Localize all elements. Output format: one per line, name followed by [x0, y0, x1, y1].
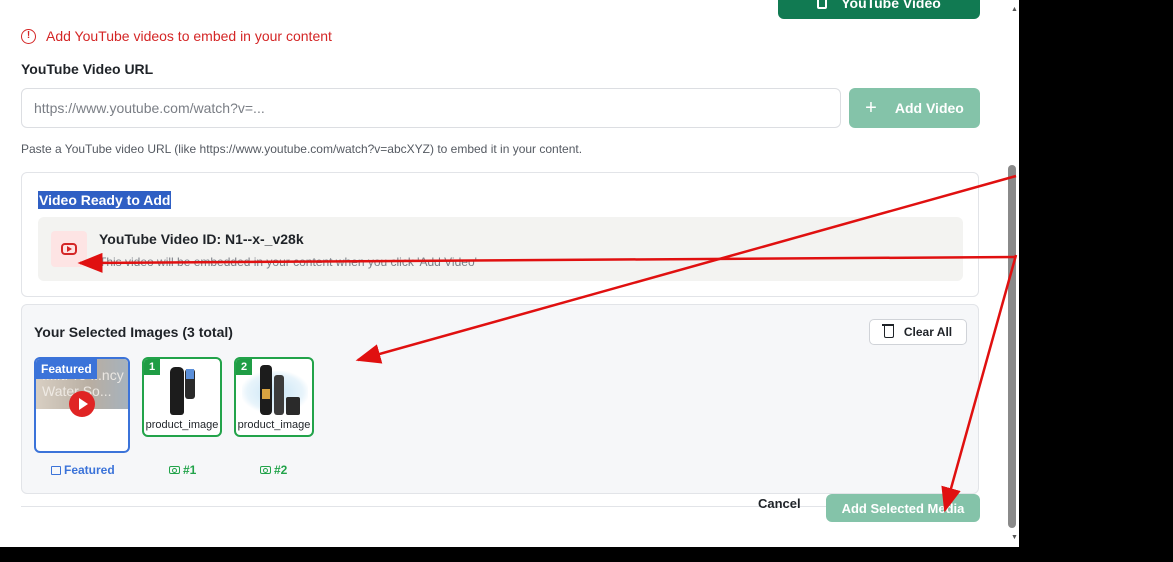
trash-icon — [881, 324, 894, 338]
cancel-button[interactable]: Cancel — [758, 496, 801, 511]
alert-circle-icon: ! — [21, 28, 36, 44]
youtube-url-label: YouTube Video URL — [21, 61, 154, 77]
youtube-url-input[interactable] — [21, 88, 841, 128]
plus-icon: + — [865, 97, 877, 119]
add-video-button[interactable]: + Add Video — [849, 88, 980, 128]
selected-images-panel: Your Selected Images (3 total) Clear All… — [21, 304, 979, 494]
scrollbar-thumb[interactable] — [1008, 165, 1016, 528]
selected-thumbnail-2[interactable]: 2 product_image — [234, 357, 314, 437]
media-modal: YouTube Video ! Add YouTube videos to em… — [0, 0, 1019, 547]
image-1-caption: #1 — [169, 463, 196, 477]
video-id-text: YouTube Video ID: N1--x-_v28k — [99, 231, 304, 247]
url-hint: Paste a YouTube video URL (like https://… — [21, 142, 583, 156]
featured-caption-label: Featured — [64, 463, 115, 477]
image-2-caption: #2 — [260, 463, 287, 477]
thumbnail-number-badge: 2 — [236, 359, 252, 375]
camera-icon — [169, 466, 180, 474]
thumbnail-alt-label: product_image — [145, 419, 219, 431]
video-ready-title: Video Ready to Add — [38, 191, 172, 209]
featured-badge: Featured — [36, 359, 97, 379]
camera-icon — [260, 466, 271, 474]
clear-all-label: Clear All — [903, 325, 953, 339]
youtube-video-tab-button[interactable]: YouTube Video — [778, 0, 980, 19]
thumbnail-number-badge: 1 — [144, 359, 160, 375]
featured-caption: Featured — [51, 463, 115, 477]
selected-thumbnail-featured[interactable]: ...iftPro ...ncy Water So... Featured — [34, 357, 130, 453]
youtube-icon-box — [51, 231, 87, 267]
scroll-up-arrow-icon[interactable]: ▲ — [1011, 6, 1018, 13]
youtube-icon — [61, 243, 77, 255]
video-ready-card: YouTube Video ID: N1--x-_v28k This video… — [38, 217, 963, 281]
product-image-valve — [262, 389, 270, 399]
play-icon — [69, 391, 95, 417]
add-selected-media-button[interactable]: Add Selected Media — [826, 494, 980, 522]
product-image-brine-tank — [274, 375, 284, 415]
product-image-carbon-tank — [286, 397, 300, 415]
document-icon — [817, 0, 828, 9]
video-embed-note: This video will be embedded in your cont… — [99, 255, 477, 269]
product-image-filter-cap — [186, 369, 194, 379]
image-2-caption-label: #2 — [274, 463, 288, 477]
add-video-label: Add Video — [894, 100, 964, 116]
clear-all-button[interactable]: Clear All — [869, 319, 967, 345]
scroll-down-arrow-icon[interactable]: ▼ — [1011, 534, 1018, 541]
image-icon — [51, 465, 61, 475]
youtube-video-tab-label: YouTube Video — [841, 0, 941, 11]
selected-images-title: Your Selected Images (3 total) — [34, 324, 233, 340]
image-1-caption-label: #1 — [183, 463, 197, 477]
info-notice: ! Add YouTube videos to embed in your co… — [21, 28, 332, 44]
product-image-water-filter — [170, 367, 184, 415]
selected-thumbnail-1[interactable]: 1 product_image — [142, 357, 222, 437]
video-ready-panel: Video Ready to Add YouTube Video ID: N1-… — [21, 172, 979, 297]
notice-text: Add YouTube videos to embed in your cont… — [46, 28, 332, 44]
thumbnail-alt-label: product_image — [237, 419, 311, 431]
